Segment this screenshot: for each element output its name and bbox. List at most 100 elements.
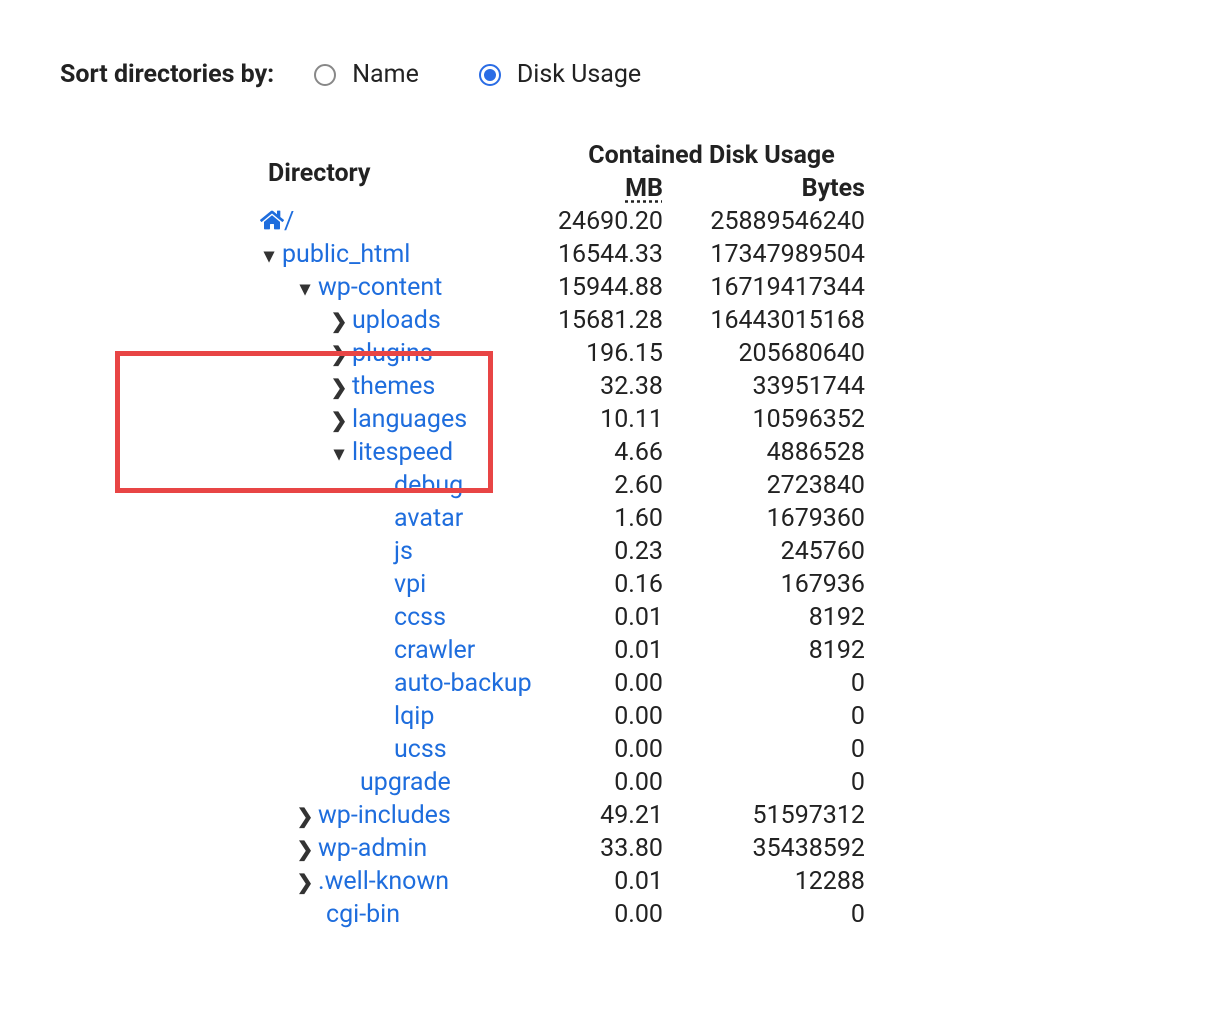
chevron-right-icon[interactable]: ❯ [330, 408, 348, 432]
table-row: ▾wp-content15944.8816719417344 [260, 271, 873, 304]
table-row: ▾litespeed 4.664886528 [260, 436, 873, 469]
directory-link[interactable]: uploads [352, 306, 441, 335]
chevron-down-icon[interactable]: ▾ [296, 276, 314, 300]
table-row: ❯.well-known0.0112288 [260, 865, 873, 898]
directory-link[interactable]: public_html [282, 240, 410, 269]
directory-link[interactable]: vpi [394, 570, 426, 599]
mb-cell: 0.00 [550, 667, 673, 700]
mb-cell: 1.60 [550, 502, 673, 535]
chevron-right-icon[interactable]: ❯ [330, 342, 348, 366]
bytes-cell: 35438592 [673, 832, 873, 865]
sort-by-disk-usage-radio[interactable]: Disk Usage [479, 60, 641, 89]
directory-link[interactable]: / [284, 207, 294, 236]
mb-cell: 0.00 [550, 733, 673, 766]
sort-label: Sort directories by: [60, 60, 274, 89]
directory-link[interactable]: cgi-bin [326, 900, 400, 929]
mb-cell: 49.21 [550, 799, 673, 832]
bytes-cell: 4886528 [673, 436, 873, 469]
mb-cell: 32.38 [550, 370, 673, 403]
directory-link[interactable]: languages [352, 405, 467, 434]
directory-link[interactable]: lqip [394, 702, 434, 731]
bytes-cell: 8192 [673, 634, 873, 667]
directory-cell: debug [260, 469, 550, 502]
disk-usage-table-wrap: Directory Contained Disk Usage MB Bytes … [260, 139, 873, 931]
table-row: lqip0.000 [260, 700, 873, 733]
bytes-cell: 17347989504 [673, 238, 873, 271]
table-row: /24690.2025889546240 [260, 205, 873, 238]
directory-cell: ucss [260, 733, 550, 766]
directory-cell: ❯languages [260, 403, 550, 436]
chevron-right-icon[interactable]: ❯ [296, 870, 314, 894]
directory-cell: upgrade [260, 766, 550, 799]
directory-link[interactable]: litespeed [352, 438, 453, 467]
bytes-cell: 25889546240 [673, 205, 873, 238]
directory-link[interactable]: upgrade [360, 768, 451, 797]
chevron-right-icon[interactable]: ❯ [296, 837, 314, 861]
bytes-cell: 0 [673, 766, 873, 799]
directory-link[interactable]: wp-content [318, 273, 442, 302]
mb-cell: 4.66 [550, 436, 673, 469]
directory-link[interactable]: wp-includes [318, 801, 451, 830]
directory-cell: cgi-bin [260, 898, 550, 931]
table-row: avatar1.601679360 [260, 502, 873, 535]
mb-cell: 15944.88 [550, 271, 673, 304]
table-row: ❯themes32.3833951744 [260, 370, 873, 403]
mb-cell: 0.01 [550, 601, 673, 634]
mb-cell: 15681.28 [550, 304, 673, 337]
directory-link[interactable]: crawler [394, 636, 475, 665]
bytes-cell: 16719417344 [673, 271, 873, 304]
bytes-cell: 10596352 [673, 403, 873, 436]
directory-link[interactable]: ccss [394, 603, 446, 632]
home-icon[interactable] [260, 207, 284, 236]
sort-by-name-radio[interactable]: Name [314, 60, 419, 89]
radio-icon [479, 64, 501, 86]
directory-cell: avatar [260, 502, 550, 535]
table-row: auto-backup 0.000 [260, 667, 873, 700]
directory-cell: ▾wp-content [260, 271, 550, 304]
table-row: ccss0.018192 [260, 601, 873, 634]
radio-group: Name Disk Usage [314, 60, 641, 89]
sort-by-name-label: Name [352, 60, 419, 89]
chevron-right-icon[interactable]: ❯ [296, 804, 314, 828]
directory-link[interactable]: debug [394, 471, 463, 500]
bytes-cell: 0 [673, 667, 873, 700]
bytes-cell: 245760 [673, 535, 873, 568]
directory-cell: ❯uploads [260, 304, 550, 337]
table-row: js 0.23245760 [260, 535, 873, 568]
table-row: debug2.602723840 [260, 469, 873, 502]
directory-cell: ❯.well-known [260, 865, 550, 898]
table-row: crawler 0.018192 [260, 634, 873, 667]
table-row: ❯uploads15681.2816443015168 [260, 304, 873, 337]
directory-cell: / [260, 205, 550, 238]
directory-header: Directory [260, 139, 550, 205]
radio-icon [314, 64, 336, 86]
bytes-cell: 2723840 [673, 469, 873, 502]
directory-link[interactable]: .well-known [318, 867, 449, 896]
bytes-cell: 205680640 [673, 337, 873, 370]
directory-link[interactable]: js [394, 537, 413, 566]
bytes-header: Bytes [673, 172, 873, 205]
bytes-cell: 16443015168 [673, 304, 873, 337]
chevron-right-icon[interactable]: ❯ [330, 309, 348, 333]
directory-link[interactable]: auto-backup [394, 669, 532, 698]
directory-link[interactable]: themes [352, 372, 435, 401]
directory-link[interactable]: plugins [352, 339, 433, 368]
mb-cell: 0.00 [550, 700, 673, 733]
table-row: upgrade0.000 [260, 766, 873, 799]
directory-link[interactable]: wp-admin [318, 834, 427, 863]
directory-cell: ▾public_html [260, 238, 550, 271]
sort-by-disk-usage-label: Disk Usage [517, 60, 641, 89]
mb-header: MB [625, 174, 663, 203]
bytes-cell: 12288 [673, 865, 873, 898]
table-row: ❯wp-includes49.2151597312 [260, 799, 873, 832]
directory-link[interactable]: avatar [394, 504, 463, 533]
directory-link[interactable]: ucss [394, 735, 447, 764]
mb-cell: 0.01 [550, 634, 673, 667]
mb-cell: 0.23 [550, 535, 673, 568]
chevron-down-icon[interactable]: ▾ [330, 441, 348, 465]
table-row: ❯plugins196.15205680640 [260, 337, 873, 370]
chevron-down-icon[interactable]: ▾ [260, 243, 278, 267]
contained-usage-header: Contained Disk Usage [550, 139, 873, 172]
chevron-right-icon[interactable]: ❯ [330, 375, 348, 399]
table-row: ▾public_html16544.3317347989504 [260, 238, 873, 271]
